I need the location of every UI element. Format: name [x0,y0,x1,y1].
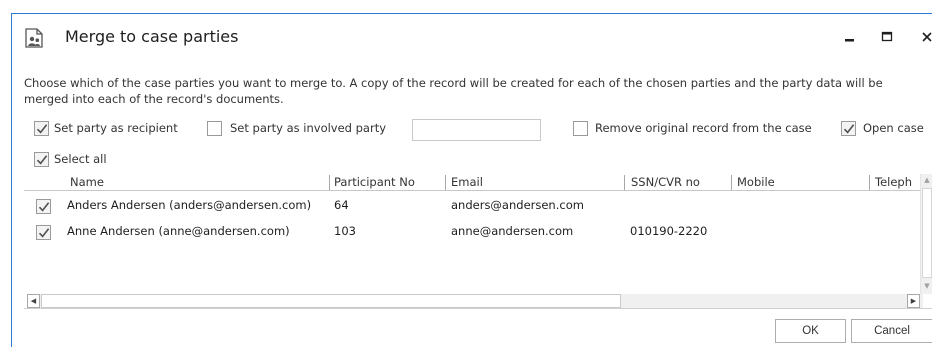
open-case-label[interactable]: Open case [863,121,924,135]
column-separator[interactable] [869,175,870,190]
cancel-button[interactable]: Cancel [851,319,932,343]
cell-ssn: 010190-2220 [630,224,708,238]
table-row[interactable]: Anders Andersen (anders@andersen.com) 64… [24,194,920,218]
vertical-scrollbar[interactable]: ▲ ▼ [920,174,932,294]
dialog-description: Choose which of the case parties you wan… [24,76,883,106]
set-involved-checkbox[interactable] [207,121,222,136]
horizontal-scrollbar[interactable]: ◀ ▶ [27,294,923,308]
column-header-ssn[interactable]: SSN/CVR no [631,175,731,190]
column-separator[interactable] [624,175,625,190]
table-row[interactable]: Anne Andersen (anne@andersen.com) 103 an… [24,220,920,244]
remove-original-label[interactable]: Remove original record from the case [595,121,812,135]
set-recipient-label[interactable]: Set party as recipient [54,121,178,135]
parties-grid: Name Participant No Email SSN/CVR no Mob… [24,174,932,309]
title-bar[interactable]: Merge to case parties [12,14,932,62]
open-case-checkbox[interactable] [841,121,856,136]
scroll-down-icon[interactable]: ▼ [921,280,932,293]
row-checkbox[interactable] [36,225,51,240]
involved-party-input[interactable] [412,119,541,141]
close-icon[interactable] [917,26,932,48]
scroll-left-icon[interactable]: ◀ [27,294,40,308]
column-separator[interactable] [445,175,446,190]
cell-participant-no: 64 [334,198,349,212]
column-separator[interactable] [329,175,330,190]
column-header-participant-no[interactable]: Participant No [334,175,442,190]
dialog-title: Merge to case parties [65,27,239,46]
column-separator[interactable] [731,175,732,190]
cell-name: Anders Andersen (anders@andersen.com) [67,198,312,212]
column-header-mobile[interactable]: Mobile [737,175,867,190]
maximize-icon[interactable] [876,26,898,48]
cell-email: anne@andersen.com [451,224,574,238]
select-all-checkbox[interactable] [34,152,49,167]
ok-button[interactable]: OK [775,319,846,343]
select-all-label[interactable]: Select all [54,152,107,166]
remove-original-checkbox[interactable] [573,121,588,136]
merge-parties-icon [25,28,43,48]
vertical-scroll-thumb[interactable] [922,188,932,278]
set-involved-label[interactable]: Set party as involved party [230,121,386,135]
cell-participant-no: 103 [334,224,356,238]
scroll-up-icon[interactable]: ▲ [921,174,932,187]
column-header-email[interactable]: Email [451,175,621,190]
cell-email: anders@andersen.com [451,198,584,212]
scroll-right-icon[interactable]: ▶ [907,294,920,308]
cell-name: Anne Andersen (anne@andersen.com) [67,224,290,238]
set-recipient-checkbox[interactable] [34,121,49,136]
column-header-name[interactable]: Name [70,175,330,190]
horizontal-scroll-thumb[interactable] [41,294,621,308]
grid-header: Name Participant No Email SSN/CVR no Mob… [24,174,920,191]
minimize-icon[interactable] [839,26,861,48]
column-header-telephone[interactable]: Teleph [875,175,919,190]
row-checkbox[interactable] [36,199,51,214]
merge-dialog: Merge to case parties Choose which of th… [11,13,932,347]
